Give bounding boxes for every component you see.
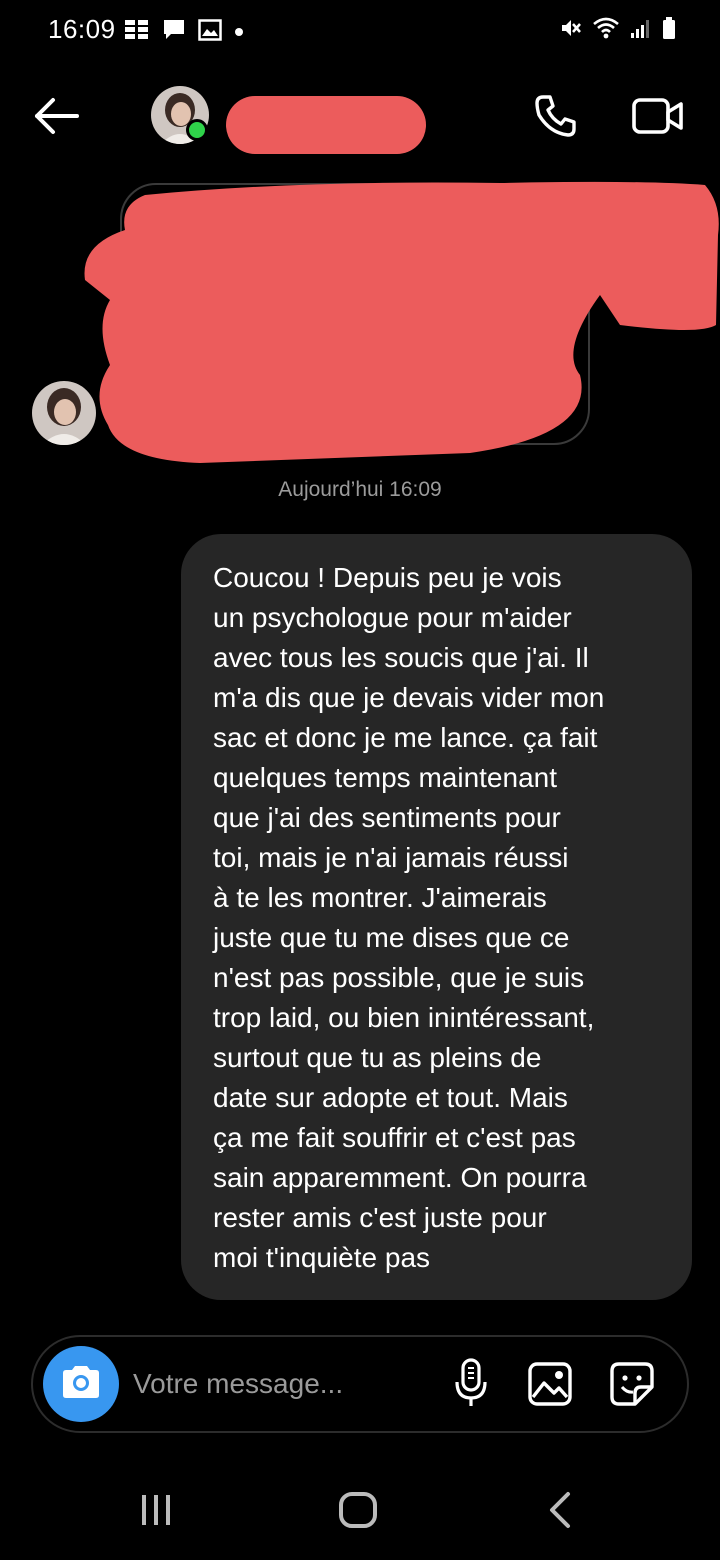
message-timestamp: Aujourd’hui 16:09	[278, 478, 442, 501]
chat-notification-icon	[162, 18, 186, 47]
arrow-left-icon	[31, 96, 81, 141]
system-back-button[interactable]	[532, 1488, 588, 1536]
call-button[interactable]	[528, 90, 584, 146]
back-button[interactable]	[28, 92, 84, 144]
wifi-icon	[592, 16, 620, 45]
battery-icon	[662, 16, 676, 45]
grid-notification-icon	[124, 19, 150, 46]
phone-icon	[533, 93, 579, 144]
mute-icon	[558, 16, 582, 45]
recent-apps-button[interactable]	[128, 1488, 184, 1536]
video-call-button[interactable]	[628, 90, 688, 146]
chat-header	[0, 70, 720, 166]
video-camera-icon	[631, 94, 685, 143]
system-status-icons	[558, 16, 676, 45]
camera-button[interactable]	[43, 1346, 119, 1422]
received-message-group	[0, 175, 720, 470]
home-icon	[338, 1491, 378, 1534]
image-notification-icon	[198, 19, 222, 46]
online-status-indicator	[186, 119, 208, 141]
notification-icons	[124, 18, 244, 47]
sent-message-bubble[interactable]: Coucou ! Depuis peu je vois un psycholog…	[181, 534, 692, 1300]
recent-apps-icon	[138, 1492, 174, 1533]
sticker-button[interactable]	[607, 1361, 657, 1411]
contact-name[interactable]	[226, 96, 426, 154]
dot-icon	[234, 24, 244, 42]
status-time: 16:09	[48, 14, 116, 44]
signal-icon	[630, 17, 652, 44]
status-bar: 16:09	[0, 0, 720, 60]
microphone-icon	[453, 1357, 489, 1413]
sender-avatar[interactable]	[32, 381, 96, 445]
camera-icon	[59, 1364, 103, 1405]
sticker-icon	[609, 1361, 655, 1412]
message-composer	[31, 1335, 689, 1433]
redaction-overlay	[84, 181, 719, 463]
image-gallery-icon	[527, 1361, 573, 1412]
back-chevron-icon	[546, 1491, 574, 1534]
gallery-button[interactable]	[525, 1361, 575, 1411]
microphone-button[interactable]	[449, 1357, 493, 1413]
sent-message-text: Coucou ! Depuis peu je vois un psycholog…	[213, 562, 605, 1273]
system-navigation-bar	[0, 1466, 720, 1560]
home-button[interactable]	[330, 1488, 386, 1536]
message-input[interactable]	[133, 1359, 433, 1409]
